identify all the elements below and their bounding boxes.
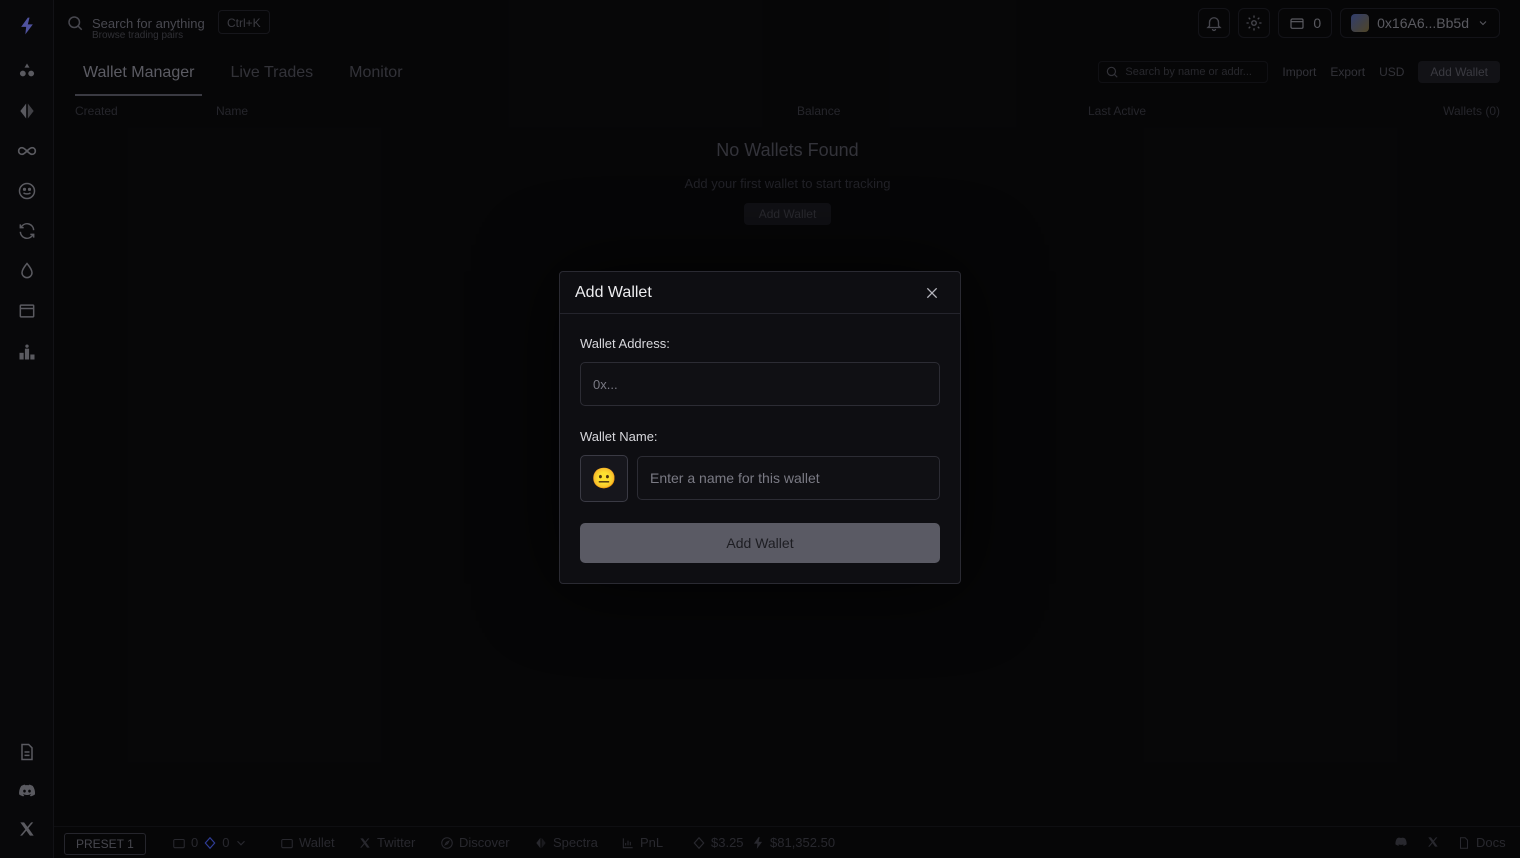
wallet-address-input[interactable] bbox=[580, 362, 940, 406]
emoji-picker-button[interactable]: 😐 bbox=[580, 455, 628, 502]
close-icon bbox=[926, 287, 938, 299]
emoji-face-icon: 😐 bbox=[591, 468, 617, 490]
app-root: Search for anything Browse trading pairs… bbox=[0, 0, 1520, 858]
wallet-name-label: Wallet Name: bbox=[580, 429, 658, 444]
add-wallet-modal: Add Wallet Wallet Address: Wallet Name: … bbox=[559, 271, 961, 584]
close-button[interactable] bbox=[922, 283, 942, 303]
wallet-name-input[interactable] bbox=[637, 456, 940, 500]
modal-title: Add Wallet bbox=[575, 284, 652, 301]
add-wallet-submit-button[interactable]: Add Wallet bbox=[580, 523, 940, 563]
modal-header: Add Wallet bbox=[560, 272, 960, 314]
wallet-address-label: Wallet Address: bbox=[580, 336, 670, 351]
